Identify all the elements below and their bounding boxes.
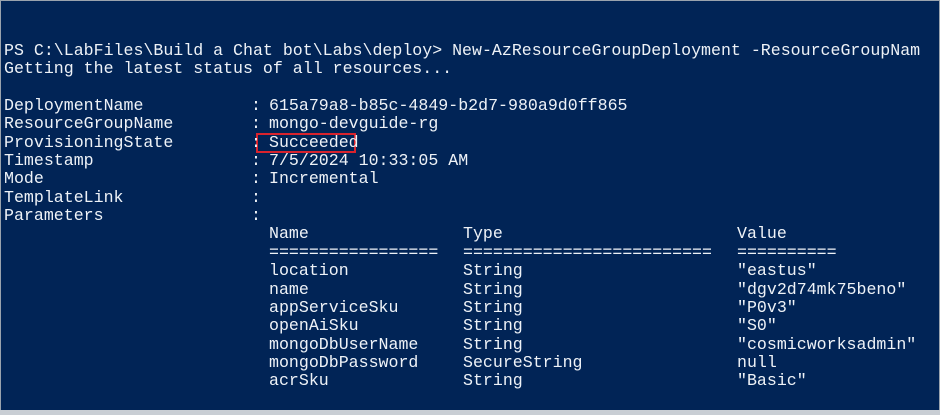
property-key: ProvisioningState (4, 132, 174, 152)
property-key: Timestamp (4, 151, 94, 171)
table-header: Name (269, 224, 309, 244)
table-cell: location (269, 261, 349, 281)
property-value: Succeeded (269, 132, 359, 152)
table-cell: String (463, 261, 523, 281)
table-cell: String (463, 334, 523, 354)
table-cell: "S0" (737, 316, 777, 336)
property-key: DeploymentName (4, 96, 144, 115)
table-cell: String (463, 371, 523, 391)
table-header-underline: ========================= (463, 242, 712, 262)
property-separator: : (251, 114, 261, 134)
bottom-edge (0, 410, 940, 415)
table-cell: appServiceSku (269, 297, 399, 317)
property-separator: : (251, 206, 261, 226)
property-separator: : (251, 151, 261, 171)
table-cell: null (737, 352, 777, 372)
property-value: Incremental (269, 169, 379, 189)
property-key: TemplateLink (4, 187, 124, 207)
property-separator: : (251, 187, 261, 207)
command-line: PS C:\LabFiles\Build a Chat bot\Labs\dep… (4, 41, 921, 60)
table-cell: mongoDbPassword (269, 352, 419, 372)
powershell-terminal[interactable]: PS C:\LabFiles\Build a Chat bot\Labs\dep… (0, 0, 940, 412)
table-cell: "dgv2d74mk75beno" (737, 279, 907, 299)
table-cell: "Basic" (737, 371, 807, 391)
table-cell: mongoDbUserName (269, 334, 419, 354)
table-cell: acrSku (269, 371, 329, 391)
table-cell: SecureString (463, 352, 583, 372)
table-header: Type (463, 224, 503, 244)
property-value: 7/5/2024 10:33:05 AM (269, 151, 469, 171)
property-separator: : (251, 132, 261, 152)
table-cell: name (269, 279, 309, 299)
table-header-underline: ========== (737, 242, 837, 262)
property-separator: : (251, 169, 261, 189)
property-key: Mode (4, 169, 44, 189)
table-cell: String (463, 316, 523, 336)
property-value: mongo-devguide-rg (269, 114, 439, 134)
status-line: Getting the latest status of all resourc… (4, 59, 453, 78)
table-header-underline: ================= (269, 242, 439, 262)
table-cell: String (463, 297, 523, 317)
property-value: 615a79a8-b85c-4849-b2d7-980a9d0ff865 (269, 96, 628, 115)
property-key: Parameters (4, 206, 104, 226)
table-cell: openAiSku (269, 316, 359, 336)
table-cell: String (463, 279, 523, 299)
table-cell: "eastus" (737, 261, 817, 281)
table-header: Value (737, 224, 787, 244)
table-cell: "P0v3" (737, 297, 797, 317)
property-separator: : (251, 96, 261, 115)
table-cell: "cosmicworksadmin" (737, 334, 917, 354)
property-key: ResourceGroupName (4, 114, 174, 134)
